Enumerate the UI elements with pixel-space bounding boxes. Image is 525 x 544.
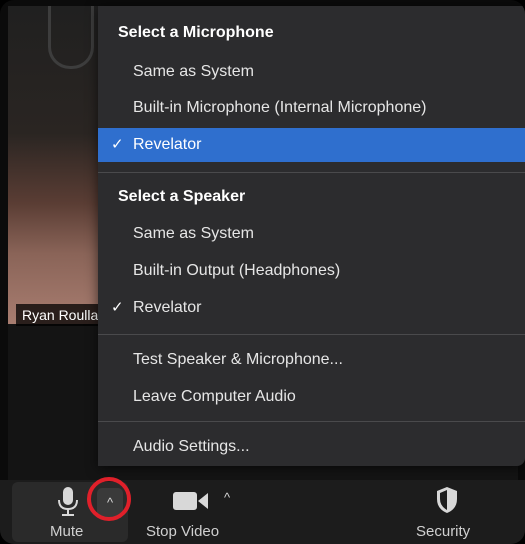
mic-option-same-as-system[interactable]: Same as System bbox=[98, 55, 525, 89]
menu-item-label: Built-in Microphone (Internal Microphone… bbox=[133, 99, 427, 116]
highlight-annotation-circle bbox=[87, 477, 131, 521]
mute-label: Mute bbox=[50, 523, 84, 540]
speaker-section-header: Select a Speaker bbox=[118, 188, 246, 205]
stop-video-label: Stop Video bbox=[146, 523, 220, 540]
background-object bbox=[48, 6, 94, 69]
meeting-toolbar: Mute ^ ^ Stop Video Security bbox=[0, 477, 525, 544]
menu-item-label: Built-in Output (Headphones) bbox=[133, 262, 341, 279]
menu-separator bbox=[98, 421, 525, 422]
participant-video bbox=[8, 6, 106, 324]
audio-dropdown-menu: Select a Microphone Same as System Built… bbox=[98, 6, 525, 466]
audio-settings-item[interactable]: Audio Settings... bbox=[98, 430, 525, 464]
shield-icon[interactable] bbox=[436, 486, 458, 514]
menu-item-label: Leave Computer Audio bbox=[133, 388, 296, 405]
checkmark-icon: ✓ bbox=[111, 136, 124, 153]
video-camera-icon[interactable] bbox=[172, 490, 210, 512]
microphone-icon[interactable] bbox=[56, 486, 80, 518]
speaker-option-same-as-system[interactable]: Same as System bbox=[98, 217, 525, 251]
test-speaker-microphone-item[interactable]: Test Speaker & Microphone... bbox=[98, 343, 525, 377]
menu-item-label: Test Speaker & Microphone... bbox=[133, 351, 343, 368]
menu-item-label: Revelator bbox=[133, 299, 202, 316]
menu-item-label: Same as System bbox=[133, 225, 254, 242]
menu-item-label: Same as System bbox=[133, 63, 254, 80]
participant-name-tag: Ryan Roulla bbox=[16, 304, 105, 326]
speaker-option-revelator[interactable]: ✓ Revelator bbox=[98, 291, 525, 325]
checkmark-icon: ✓ bbox=[111, 299, 124, 316]
mic-option-revelator[interactable]: ✓ Revelator bbox=[98, 128, 525, 162]
menu-separator bbox=[98, 334, 525, 335]
security-label: Security bbox=[416, 523, 471, 540]
menu-item-label: Revelator bbox=[133, 136, 202, 153]
leave-computer-audio-item[interactable]: Leave Computer Audio bbox=[98, 380, 525, 414]
video-options-caret-button[interactable]: ^ bbox=[224, 490, 230, 505]
menu-item-label: Audio Settings... bbox=[133, 438, 250, 455]
mic-option-built-in[interactable]: Built-in Microphone (Internal Microphone… bbox=[98, 91, 525, 125]
microphone-section-header: Select a Microphone bbox=[118, 24, 274, 41]
caret-up-icon: ^ bbox=[224, 490, 231, 505]
speaker-option-built-in[interactable]: Built-in Output (Headphones) bbox=[98, 254, 525, 288]
menu-separator bbox=[98, 172, 525, 173]
zoom-meeting-window: Ryan Roulla Select a Microphone Same as … bbox=[0, 0, 525, 544]
